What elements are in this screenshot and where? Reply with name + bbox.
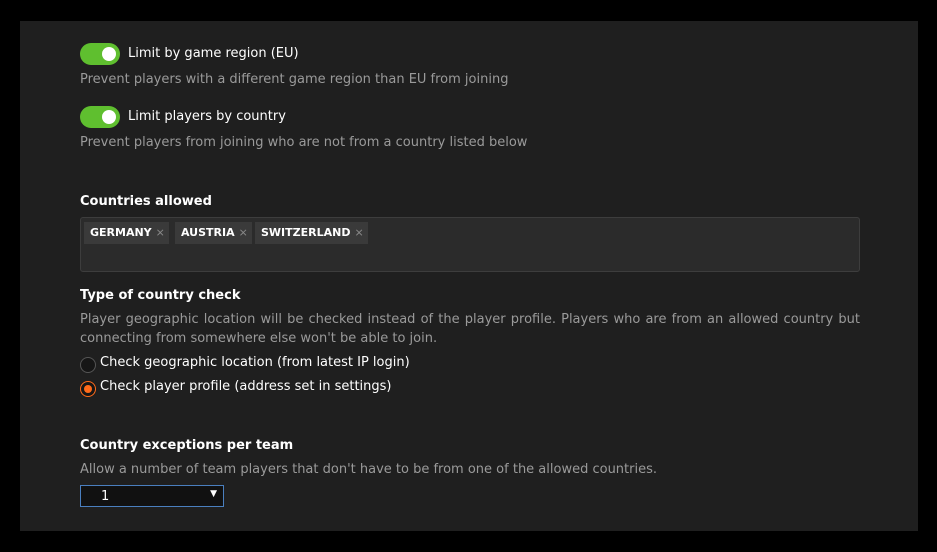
geo-location-label[interactable]: Check geographic location (from latest I… [100, 355, 410, 370]
countries-tag-input[interactable]: GERMANY ⨯ AUSTRIA ⨯ SWITZERLAND ⨯ [80, 217, 860, 272]
chevron-down-icon: ▼ [210, 489, 217, 499]
toggle-knob [102, 110, 116, 124]
team-exceptions-heading: Country exceptions per team [80, 438, 294, 453]
remove-tag-icon[interactable]: ⨯ [354, 226, 363, 239]
toggle-knob [102, 47, 116, 61]
country-check-heading: Type of country check [80, 288, 241, 303]
geo-location-radio[interactable] [80, 357, 96, 373]
player-profile-label[interactable]: Check player profile (address set in set… [100, 379, 392, 394]
country-check-description: Player geographic location will be check… [80, 312, 860, 346]
settings-panel: Limit by game region (EU) Prevent player… [20, 21, 918, 531]
country-tag: GERMANY ⨯ [84, 222, 169, 244]
country-limit-label: Limit players by country [128, 109, 286, 124]
country-tag-label: AUSTRIA [181, 226, 235, 239]
countries-allowed-heading: Countries allowed [80, 194, 212, 209]
region-limit-description: Prevent players with a different game re… [80, 72, 509, 87]
country-tag: SWITZERLAND ⨯ [255, 222, 368, 244]
country-tag-label: SWITZERLAND [261, 226, 351, 239]
country-tag: AUSTRIA ⨯ [175, 222, 252, 244]
player-profile-radio[interactable] [80, 381, 96, 397]
country-limit-description: Prevent players from joining who are not… [80, 135, 528, 150]
team-exceptions-select[interactable]: 1 ▼ [80, 485, 224, 507]
region-limit-label: Limit by game region (EU) [128, 46, 299, 61]
remove-tag-icon[interactable]: ⨯ [156, 226, 165, 239]
region-limit-toggle[interactable] [80, 43, 120, 65]
remove-tag-icon[interactable]: ⨯ [239, 226, 248, 239]
team-exceptions-description: Allow a number of team players that don'… [80, 462, 658, 477]
country-tag-label: GERMANY [90, 226, 152, 239]
country-limit-toggle[interactable] [80, 106, 120, 128]
select-value: 1 [101, 489, 110, 504]
radio-selected-dot [84, 385, 92, 393]
